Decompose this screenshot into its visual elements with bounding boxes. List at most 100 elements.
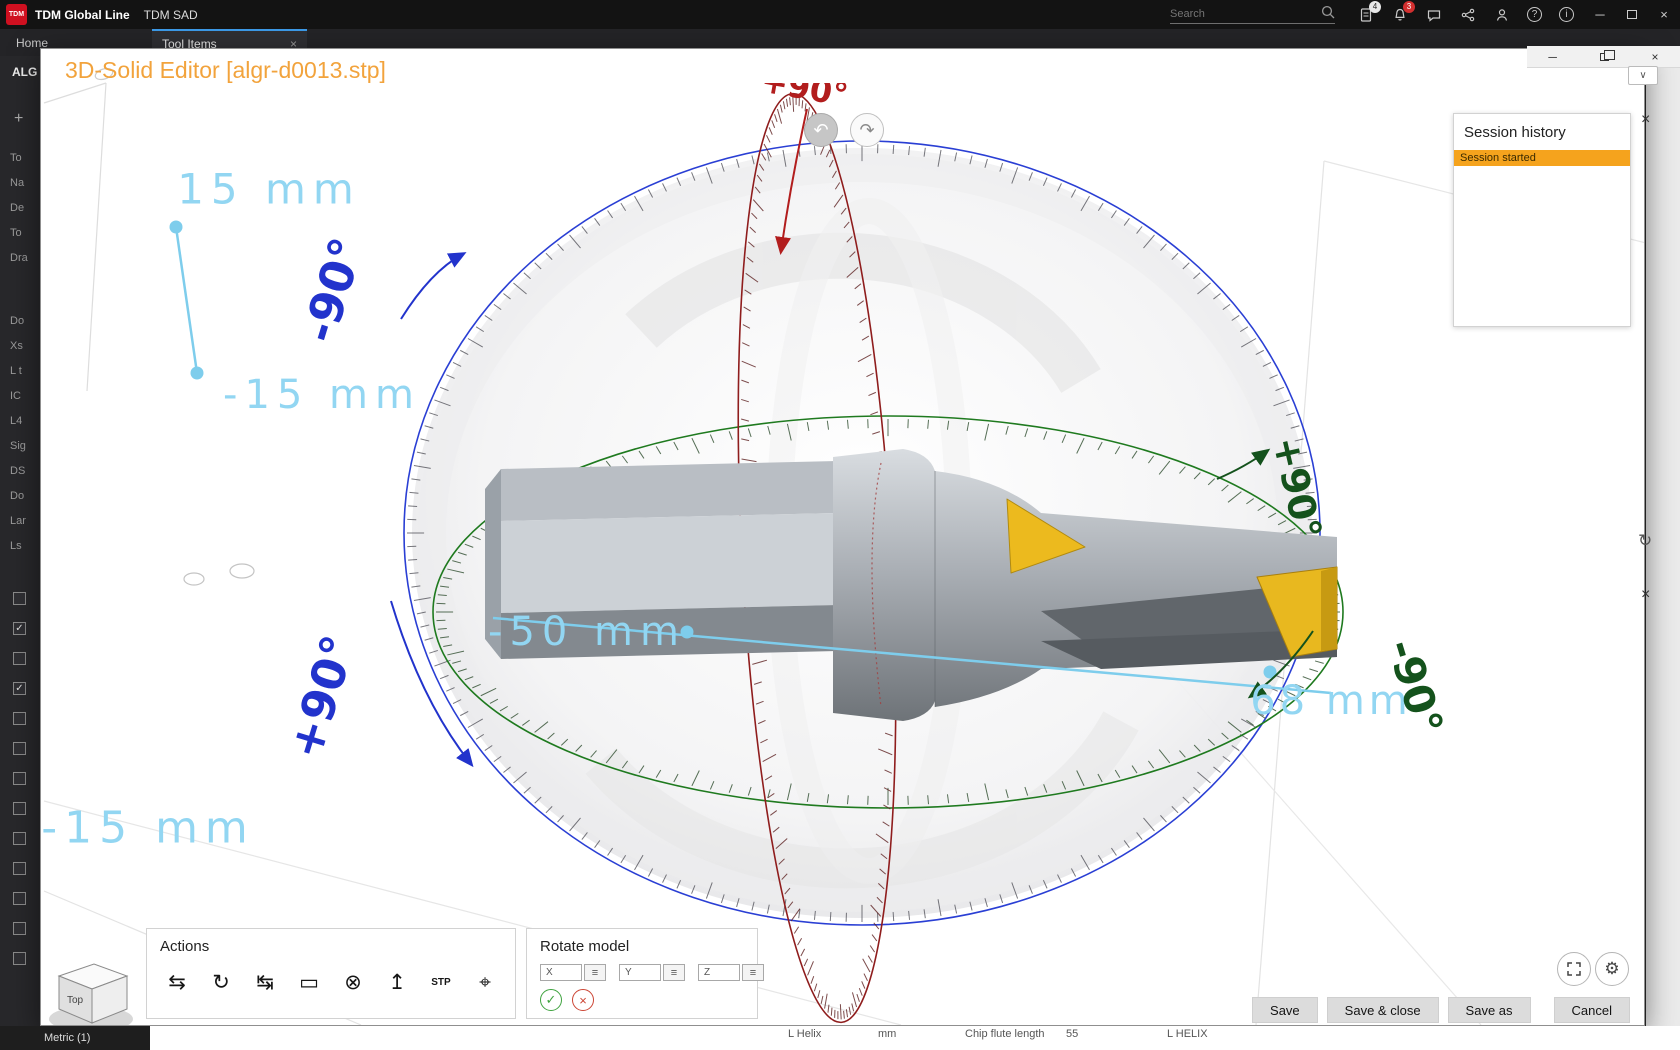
collapsed-dropdown-button[interactable]: ∨ [1628, 66, 1658, 85]
action-glyph: ↥ [388, 970, 406, 994]
sidebar-section-labels: ToNaDeToDra [10, 146, 28, 271]
export-stp-icon[interactable]: STP [423, 965, 459, 999]
axis-x-menu-icon[interactable]: ≡ [584, 964, 606, 981]
axis-group-y: Y ≡ [619, 964, 685, 981]
window-minimize-button[interactable]: ─ [1584, 0, 1616, 29]
global-search[interactable] [1170, 6, 1335, 24]
axis-z-field[interactable]: Z [698, 964, 740, 981]
sidebar-checkbox[interactable] [13, 772, 26, 785]
sidebar-checkbox[interactable] [13, 802, 26, 815]
dialog-minimize-button[interactable]: ─ [1548, 50, 1557, 64]
add-icon[interactable]: + [14, 110, 23, 128]
sidebar-checkbox[interactable] [13, 922, 26, 935]
sidebar-checkbox[interactable] [13, 712, 26, 725]
cylinder-icon[interactable]: ▭ [291, 965, 327, 999]
action-glyph: ↻ [212, 970, 230, 994]
sidebar-checkbox[interactable] [13, 862, 26, 875]
axis-y-menu-icon[interactable]: ≡ [663, 964, 685, 981]
window-maximize-button[interactable] [1616, 0, 1648, 29]
fullscreen-button[interactable] [1557, 952, 1591, 986]
search-input[interactable] [1170, 8, 1317, 20]
sidebar-field-label: Xs [10, 334, 26, 359]
settings-button[interactable]: ⚙ [1595, 952, 1629, 986]
window-close-button[interactable]: × [1648, 0, 1680, 29]
undo-button[interactable]: ↶ [804, 113, 838, 147]
redo-button[interactable]: ↷ [850, 113, 884, 147]
sidebar-checkbox[interactable] [13, 622, 26, 635]
sidebar-label: Dra [10, 246, 28, 271]
notifications-icon[interactable]: 3 [1391, 6, 1408, 23]
axis-y-field[interactable]: Y [619, 964, 661, 981]
rotate-icon[interactable]: ↻ [203, 965, 239, 999]
sidebar-label: To [10, 221, 28, 246]
view-origin-icon[interactable]: ⌖ [467, 965, 503, 999]
sidebar-checkbox[interactable] [13, 952, 26, 965]
underlying-bottom-strip: Metric (1) L HelixmmChip flute length55L… [0, 1026, 1680, 1050]
info-icon[interactable]: i [1559, 7, 1574, 22]
action-glyph: ⌖ [479, 970, 491, 995]
dialog-footer: Save Save & close Save as Cancel [1252, 997, 1630, 1023]
dimension-handle[interactable] [191, 367, 204, 380]
save-as-button[interactable]: Save as [1448, 997, 1531, 1023]
solid-editor-dialog: 3D-Solid Editor [algr-d0013.stp] [40, 48, 1645, 1026]
notifications-badge: 3 [1403, 1, 1415, 13]
table-cell: 55 [1066, 1028, 1078, 1040]
tip-insert-facet [1321, 567, 1337, 651]
user-icon[interactable] [1493, 6, 1510, 23]
dialog-title: 3D-Solid Editor [algr-d0013.stp] [65, 57, 386, 84]
dimension-right: 68 mm [1250, 678, 1412, 724]
axis-group-z: Z ≡ [698, 964, 764, 981]
dialog-restore-button[interactable] [1600, 50, 1609, 64]
save-close-button[interactable]: Save & close [1327, 997, 1439, 1023]
sidebar-checkbox[interactable] [13, 832, 26, 845]
sidebar-field-label: Ls [10, 534, 26, 559]
session-history-entry[interactable]: Session started [1454, 150, 1630, 166]
sidebar-checkbox[interactable] [13, 682, 26, 695]
sidebar-checkbox[interactable] [13, 892, 26, 905]
dimension-left: -15 mm [223, 372, 421, 418]
dialog-close-button[interactable]: × [1652, 50, 1659, 64]
dimension-handle[interactable] [170, 221, 183, 234]
table-cell: L Helix [788, 1028, 821, 1040]
left-sidebar: ALG + ToNaDeToDra DoXsL tICL4SigDSDoLarL… [0, 56, 40, 1050]
rotate-model-title: Rotate model [527, 929, 757, 955]
edge-close-icon-2[interactable]: × [1641, 586, 1650, 604]
documents-icon[interactable]: 4 [1357, 6, 1374, 23]
tdm-logo-icon: TDM [6, 4, 27, 25]
session-history-list: Session started [1454, 150, 1630, 166]
help-icon[interactable]: ? [1527, 7, 1542, 22]
confirm-rotation-button[interactable]: ✓ [540, 989, 562, 1011]
sidebar-label: Na [10, 171, 28, 196]
search-icon[interactable] [1321, 5, 1335, 24]
sidebar-field-labels: DoXsL tICL4SigDSDoLarLs [10, 309, 26, 559]
sidebar-checkbox[interactable] [13, 592, 26, 605]
swap-direction-icon[interactable]: ⇆ [159, 965, 195, 999]
align-axis-icon[interactable]: ↹ [247, 965, 283, 999]
dimension-top-left: 15 mm [177, 165, 361, 214]
brand-name: TDM Global Line [35, 8, 130, 22]
sidebar-checkbox[interactable] [13, 742, 26, 755]
axis-group-x: X ≡ [540, 964, 606, 981]
axis-x-field[interactable]: X [540, 964, 582, 981]
cancel-rotation-button[interactable]: × [572, 989, 594, 1011]
view-cube[interactable]: Top [49, 964, 133, 1026]
edge-close-icon[interactable]: × [1641, 111, 1650, 129]
share-icon[interactable] [1459, 6, 1476, 23]
product-name: TDM SAD [144, 8, 198, 22]
sidebar-checkbox[interactable] [13, 652, 26, 665]
edge-refresh-icon[interactable]: ↻ [1638, 531, 1652, 551]
sidebar-header: ALG [12, 65, 37, 79]
maximize-icon [1627, 10, 1637, 19]
unit-status[interactable]: Metric (1) [0, 1026, 150, 1050]
dimension-center: -50 mm [488, 609, 686, 655]
dialog-window-controls: ─ × [1527, 46, 1680, 68]
axis-z-menu-icon[interactable]: ≡ [742, 964, 764, 981]
angle-red-top-clipped: +90° [761, 83, 871, 111]
chat-icon[interactable] [1425, 6, 1442, 23]
sidebar-field-label: DS [10, 459, 26, 484]
save-button[interactable]: Save [1252, 997, 1318, 1023]
remove-icon[interactable]: ⊗ [335, 965, 371, 999]
session-history-panel: Session history Session started [1453, 113, 1631, 327]
import-icon[interactable]: ↥ [379, 965, 415, 999]
cancel-button[interactable]: Cancel [1554, 997, 1630, 1023]
